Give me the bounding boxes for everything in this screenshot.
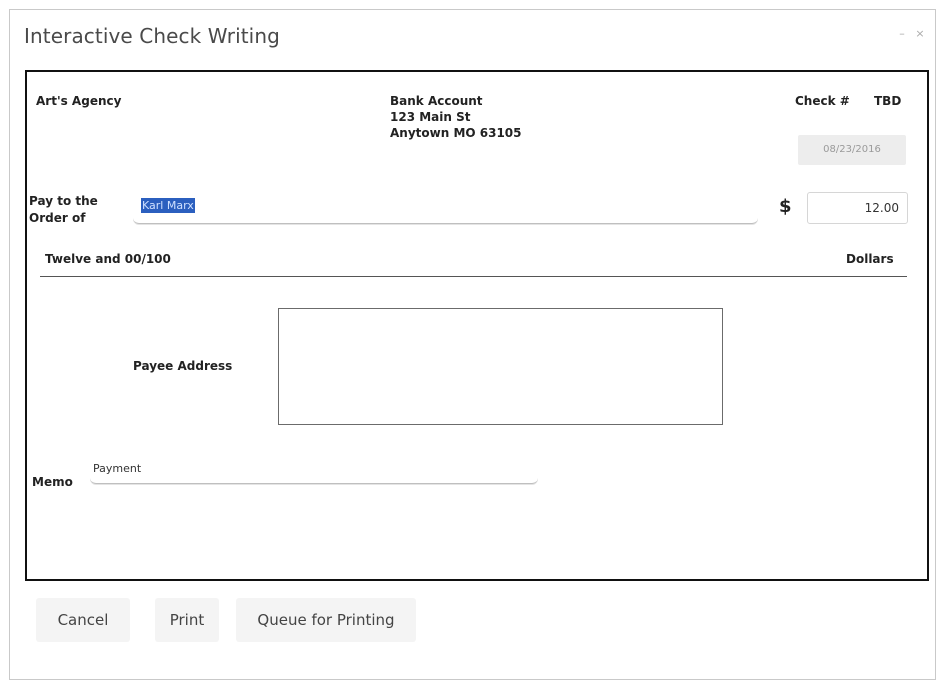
title-bar: Interactive Check Writing – ×	[10, 10, 935, 70]
dollars-label: Dollars	[846, 252, 894, 266]
print-button[interactable]: Print	[155, 598, 219, 642]
amount-words: Twelve and 00/100	[45, 252, 171, 266]
memo-field[interactable]: Payment	[90, 458, 538, 484]
check-number-value: TBD	[874, 94, 902, 108]
memo-label: Memo	[32, 475, 73, 489]
pay-to-label-line1: Pay to the	[29, 194, 98, 208]
payee-value: Karl Marx	[141, 198, 195, 213]
cancel-button[interactable]: Cancel	[36, 598, 130, 642]
minimize-icon[interactable]: –	[896, 28, 908, 40]
amount-words-line	[40, 276, 907, 277]
payer-name: Art's Agency	[36, 94, 122, 108]
check-writing-dialog: Interactive Check Writing – × Art's Agen…	[9, 9, 936, 680]
date-field[interactable]: 08/23/2016	[798, 135, 906, 165]
dialog-title: Interactive Check Writing	[24, 24, 280, 48]
bank-city: Anytown MO 63105	[390, 126, 522, 140]
bank-street: 123 Main St	[390, 110, 471, 124]
payee-field[interactable]: Karl Marx	[133, 192, 758, 224]
pay-to-label-line2: Order of	[29, 211, 86, 225]
close-icon[interactable]: ×	[914, 28, 926, 40]
amount-field[interactable]: 12.00	[807, 192, 908, 224]
memo-value: Payment	[93, 462, 142, 475]
check-form: Art's Agency Bank Account 123 Main St An…	[25, 70, 929, 581]
bank-name: Bank Account	[390, 94, 483, 108]
payee-address-label: Payee Address	[133, 359, 233, 373]
check-number-label: Check #	[795, 94, 850, 108]
dollar-sign: $	[779, 196, 792, 217]
queue-for-printing-button[interactable]: Queue for Printing	[236, 598, 416, 642]
payee-address-field[interactable]	[278, 308, 723, 425]
